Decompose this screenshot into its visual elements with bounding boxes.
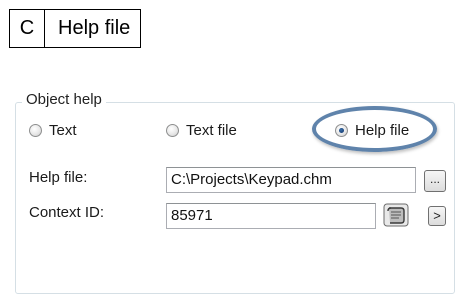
radio-text-file-label: Text file bbox=[186, 122, 237, 139]
arrow-button[interactable]: > bbox=[428, 206, 446, 226]
caption-title: Help file bbox=[58, 17, 131, 39]
object-help-legend: Object help bbox=[22, 91, 106, 108]
help-file-field[interactable]: C:\Projects\Keypad.chm bbox=[166, 167, 416, 193]
radio-text-file-indicator[interactable] bbox=[166, 124, 179, 137]
figure-caption: C Help file bbox=[9, 9, 142, 48]
context-id-field[interactable]: 85971 bbox=[166, 203, 376, 229]
help-file-label: Help file: bbox=[29, 169, 88, 186]
radio-text[interactable]: Text bbox=[29, 122, 77, 139]
script-icon[interactable] bbox=[383, 203, 409, 227]
radio-text-label: Text bbox=[49, 122, 77, 139]
context-id-label: Context ID: bbox=[29, 204, 105, 221]
radio-text-file[interactable]: Text file bbox=[166, 122, 237, 139]
caption-letter: C bbox=[10, 10, 45, 47]
radio-text-indicator[interactable] bbox=[29, 124, 42, 137]
browse-button[interactable]: ... bbox=[424, 170, 446, 192]
selection-highlight-ring bbox=[312, 106, 437, 152]
